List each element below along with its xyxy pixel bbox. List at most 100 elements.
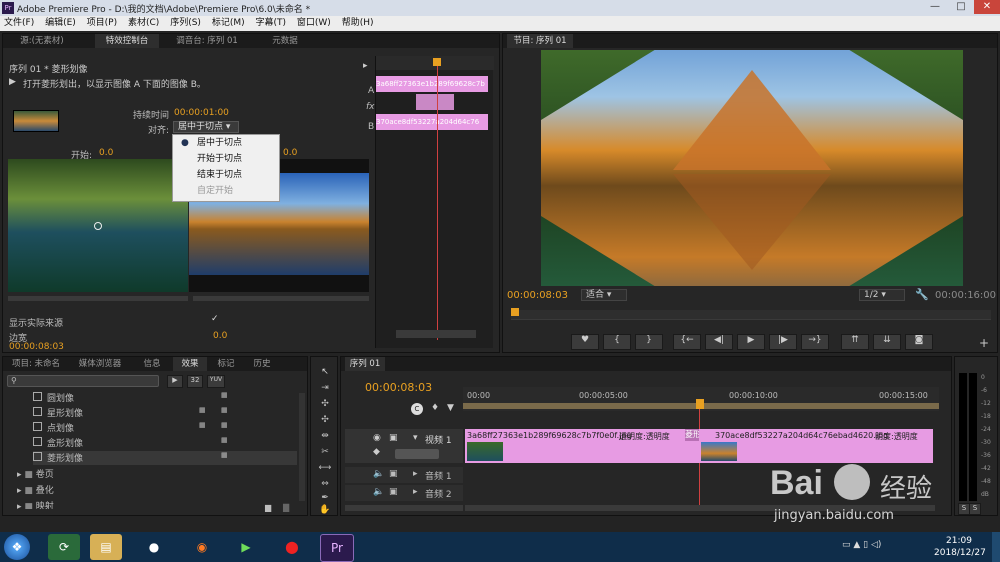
menu-clip[interactable]: 素材(C) (124, 16, 163, 31)
clock-time[interactable]: 21:09 (946, 536, 972, 546)
minimize-button[interactable]: — (922, 0, 948, 14)
new-bin-icon[interactable]: ▆ (265, 503, 271, 512)
list-item[interactable]: 星形划像 ▦ ▦ (33, 406, 297, 420)
align-option-custom[interactable]: 自定开始 (173, 183, 279, 199)
selection-tool-icon[interactable]: ↖ (317, 367, 333, 377)
center-point-handle[interactable] (94, 222, 102, 230)
32bit-effects-button[interactable]: 32 (187, 375, 203, 388)
mini-scrollbar[interactable] (396, 330, 476, 338)
list-item[interactable]: ▸ ■ 映射 (17, 499, 281, 509)
extract-button[interactable]: ⇊ (873, 334, 901, 350)
mini-playhead-handle[interactable] (433, 58, 441, 66)
tab-effects[interactable]: 效果 (173, 357, 207, 371)
close-button[interactable]: ✕ (974, 0, 1000, 14)
yuv-effects-button[interactable]: YUV (207, 375, 225, 388)
rolling-edit-tool-icon[interactable]: ✣ (317, 415, 333, 425)
eye-icon[interactable]: ◉ (373, 433, 381, 443)
add-button-icon[interactable]: + (979, 336, 989, 350)
lock-icon[interactable]: ▣ (389, 433, 398, 443)
border-width-value[interactable]: 0.0 (213, 331, 227, 341)
fit-select[interactable]: 适合 ▾ (581, 289, 627, 301)
preview-a-scrollbar[interactable] (8, 296, 188, 301)
list-item[interactable]: 圆划像 ▦ (33, 391, 297, 405)
start-button[interactable]: ❖ (4, 534, 30, 560)
program-timecode[interactable]: 00:00:08:03 (507, 290, 568, 301)
go-to-in-button[interactable]: {← (673, 334, 701, 350)
panel-menu-arrow[interactable]: ▸ (363, 61, 368, 71)
track-select-tool-icon[interactable]: ⇥ (317, 383, 333, 393)
play-button[interactable]: ▶ (737, 334, 765, 350)
keyframe-navigator[interactable] (395, 449, 439, 459)
marker-icon[interactable]: ▼ (447, 403, 459, 415)
pen-tool-icon[interactable]: ✒ (317, 493, 333, 503)
mark-in-button[interactable]: { (603, 334, 631, 350)
tab-effect-controls[interactable]: 特效控制台 (95, 34, 159, 48)
track-header-scrollbar[interactable] (345, 505, 463, 511)
razor-tool-icon[interactable]: ✂ (317, 447, 333, 457)
mini-clip-a[interactable]: 3a68ff27363e1b289f69628c7b (376, 76, 488, 92)
wrench-icon[interactable]: 🔧 (915, 288, 929, 301)
align-option-center[interactable]: ● 居中于切点 (173, 135, 279, 151)
align-option-start[interactable]: 开始于切点 (173, 151, 279, 167)
timeline-playhead-handle[interactable] (696, 399, 704, 409)
hand-tool-icon[interactable]: ✋ (317, 505, 333, 515)
step-back-button[interactable]: ◀| (705, 334, 733, 350)
effect-controls-timecode[interactable]: 00:00:08:03 (9, 342, 64, 352)
lock-icon[interactable]: ▣ (389, 469, 398, 479)
speaker-icon[interactable]: 🔈 (373, 487, 384, 497)
tab-audio-mixer[interactable]: 调音台: 序列 01 (167, 34, 247, 48)
rate-stretch-tool-icon[interactable]: ⇹ (317, 431, 333, 441)
expand-arrow-icon[interactable]: ▸ (413, 487, 418, 497)
tab-project[interactable]: 项目: 未命名 (7, 357, 65, 371)
list-item[interactable]: 菱形划像 ▦ (33, 451, 297, 465)
tab-info[interactable]: 信息 (139, 357, 165, 371)
show-source-checkbox[interactable]: ✓ (211, 314, 219, 324)
tab-metadata[interactable]: 元数据 (265, 34, 305, 48)
program-scrubber[interactable] (511, 310, 991, 320)
duration-value[interactable]: 00:00:01:00 (174, 108, 229, 118)
firefox-icon[interactable]: ◉ (186, 534, 218, 560)
mark-out-button[interactable]: } (635, 334, 663, 350)
show-desktop-button[interactable] (992, 532, 1000, 562)
tab-markers[interactable]: 标记 (213, 357, 239, 371)
add-marker-button[interactable]: ♥ (571, 334, 599, 350)
program-playhead-handle[interactable] (511, 308, 519, 316)
set-marker-icon[interactable]: ♦ (431, 403, 443, 415)
delete-icon[interactable]: ▇ (283, 503, 289, 512)
menu-edit[interactable]: 编辑(E) (41, 16, 80, 31)
mini-clip-b[interactable]: 370ace8df53227a204d64c76 (376, 114, 488, 130)
file-explorer-icon[interactable]: ▤ (90, 534, 122, 560)
menu-help[interactable]: 帮助(H) (338, 16, 378, 31)
effects-scrollbar[interactable] (299, 393, 305, 501)
tray-icons[interactable]: ▭ ▲ ▯ ◁) (842, 540, 881, 550)
timeline-timecode[interactable]: 00:00:08:03 (365, 381, 432, 394)
lock-icon[interactable]: ▣ (389, 487, 398, 497)
tab-source[interactable]: 源:(无素材) (7, 34, 77, 48)
align-option-end[interactable]: 结束于切点 (173, 167, 279, 183)
menu-window[interactable]: 窗口(W) (293, 16, 335, 31)
start-value[interactable]: 0.0 (99, 148, 113, 158)
video-clip-2[interactable]: 370ace8df53227a204d64c76ebad4620.jpg 明度:… (699, 429, 933, 463)
slide-tool-icon[interactable]: ⇔ (317, 479, 333, 489)
list-item[interactable]: 点划像 ▦ ▦ (33, 421, 297, 435)
lift-button[interactable]: ⇈ (841, 334, 869, 350)
menu-title[interactable]: 字幕(T) (251, 16, 290, 31)
taskbar-app-1[interactable]: ⟳ (48, 534, 80, 560)
keyframe-icon[interactable]: ◆ (373, 447, 380, 457)
expand-arrow-icon[interactable]: ▾ (413, 433, 418, 443)
expand-arrow-icon[interactable]: ▸ (413, 469, 418, 479)
end-value[interactable]: 0.0 (283, 148, 297, 158)
video-clip-1[interactable]: 3a68ff27363e1b289f69628c7b7f0e0f.jpg 透明度… (465, 429, 699, 463)
tab-media-browser[interactable]: 媒体浏览器 (75, 357, 125, 371)
step-forward-button[interactable]: |▶ (769, 334, 797, 350)
premiere-taskbar-icon[interactable]: Pr (320, 534, 354, 562)
slip-tool-icon[interactable]: ⟷ (317, 463, 333, 473)
taskbar-app-5[interactable]: ▶ (230, 534, 262, 560)
mini-transition[interactable] (416, 94, 454, 110)
quality-select[interactable]: 1/2 ▾ (859, 289, 905, 301)
menu-sequence[interactable]: 序列(S) (166, 16, 205, 31)
menu-project[interactable]: 项目(P) (83, 16, 121, 31)
tab-sequence[interactable]: 序列 01 (345, 357, 385, 371)
list-item[interactable]: ▸ ■ 卷页 (17, 467, 281, 481)
effects-search-input[interactable]: ⚲ (7, 375, 159, 387)
